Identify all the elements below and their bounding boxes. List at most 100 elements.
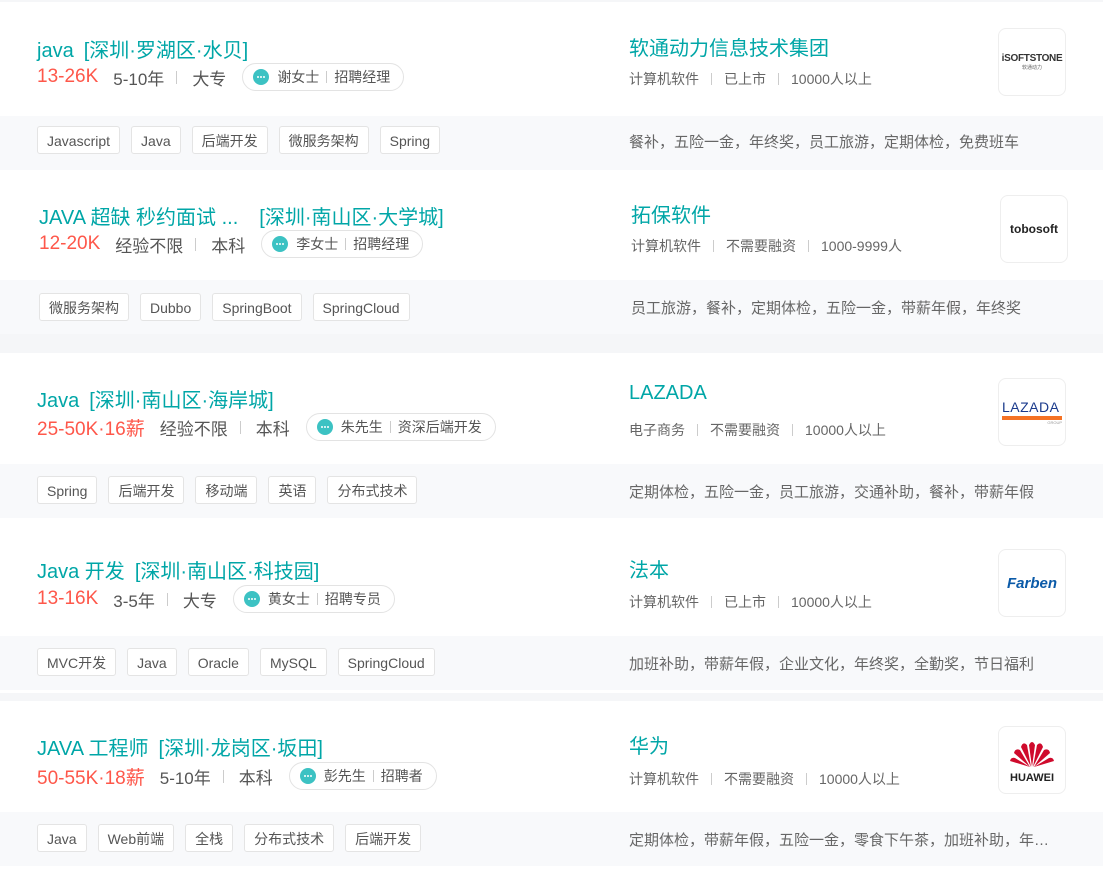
job-card[interactable]: Java 开发 [深圳·南山区·科技园] 13-16K 3-5年 大专 黄女士 招…: [0, 523, 1103, 693]
recruiter-role: 资深后端开发: [397, 419, 482, 435]
card-footer: Javascript Java 后端开发 微服务架构 Spring 餐补，五险一…: [0, 116, 1103, 170]
company-name[interactable]: 法本: [629, 554, 669, 583]
recruiter-chat-button[interactable]: 彭先生 招聘者: [288, 762, 437, 790]
salary: 12-20K: [39, 233, 101, 254]
skill-tags: MVC开发 Java Oracle MySQL SpringCloud: [37, 648, 446, 676]
logo-subtext: 软通动力: [1021, 64, 1042, 71]
welfare: 餐补，五险一金，年终奖，员工旅游，定期体检，免费班车: [629, 134, 1020, 151]
recruiter-role: 招聘经理: [353, 236, 410, 252]
company-stage: 不需要融资: [710, 422, 780, 438]
chat-icon: [272, 236, 289, 252]
recruiter-chat-button[interactable]: 李女士 招聘经理: [261, 230, 424, 258]
job-location: [深圳·南山区·海岸城]: [89, 390, 274, 412]
company-info: 计算机软件 已上市 10000人以上: [629, 592, 872, 612]
job-info-line: 25-50K·16薪 经验不限 本科 朱先生 资深后端开发: [37, 413, 496, 441]
chat-icon: [253, 69, 270, 85]
salary: 13-16K: [37, 588, 99, 609]
company-size: 1000-9999人: [821, 238, 902, 254]
divider: [806, 773, 807, 785]
job-title-link[interactable]: Java 开发 [深圳·南山区·科技园]: [37, 555, 319, 584]
skill-tag: SpringCloud: [312, 293, 410, 321]
education: 本科: [238, 768, 273, 788]
company-industry: 计算机软件: [631, 238, 701, 254]
job-title[interactable]: JAVA 工程师: [37, 738, 149, 760]
salary: 50-55K·18薪: [37, 767, 145, 789]
company-info: 计算机软件 不需要融资 1000-9999人: [631, 236, 902, 256]
job-card[interactable]: JAVA 工程师 [深圳·龙岗区·坂田] 50-55K·18薪 5-10年 本科 …: [0, 701, 1103, 873]
job-location: [深圳·南山区·大学城]: [259, 207, 444, 229]
card-footer: Spring 后端开发 移动端 英语 分布式技术 定期体检，五险一金，员工旅游，…: [0, 464, 1103, 518]
company-name[interactable]: LAZADA: [629, 382, 707, 405]
skill-tag: 微服务架构: [39, 293, 129, 321]
job-title[interactable]: JAVA 超缺 秒约面试 ...: [39, 207, 238, 229]
experience: 5-10年: [113, 69, 165, 89]
company-logo[interactable]: iSOFTSTONE 软通动力: [998, 28, 1066, 96]
job-title-link[interactable]: java [深圳·罗湖区·水贝]: [37, 34, 248, 63]
job-title-link[interactable]: Java [深圳·南山区·海岸城]: [37, 384, 274, 413]
welfare: 加班补助，带薪年假，企业文化，年终奖，全勤奖，节日福利: [629, 656, 1035, 673]
job-info-line: 50-55K·18薪 5-10年 本科 彭先生 招聘者: [37, 762, 437, 790]
divider: [389, 421, 391, 433]
recruiter-name: 彭先生: [323, 768, 366, 784]
skill-tag: MVC开发: [37, 648, 117, 676]
job-card[interactable]: Java [深圳·南山区·海岸城] 25-50K·16薪 经验不限 本科 朱先生 …: [0, 353, 1103, 523]
company-logo[interactable]: LAZADA GROUP: [998, 378, 1066, 446]
chat-icon: [243, 591, 260, 607]
salary: 13-26K: [37, 66, 99, 87]
skill-tags: Java Web前端 全栈 分布式技术 后端开发: [37, 824, 432, 852]
skill-tag: 分布式技术: [327, 476, 418, 504]
skill-tag: SpringBoot: [212, 293, 302, 321]
experience: 经验不限: [159, 419, 228, 439]
skill-tag: 后端开发: [191, 126, 268, 154]
skill-tag: Spring: [379, 126, 441, 154]
company-size: 10000人以上: [791, 71, 872, 87]
recruiter-chat-button[interactable]: 黄女士 招聘专员: [232, 585, 395, 613]
company-name[interactable]: 华为: [629, 730, 669, 759]
company-logo[interactable]: tobosoft: [1000, 195, 1068, 263]
recruiter-role: 招聘经理: [334, 69, 391, 85]
divider: [326, 71, 328, 83]
skill-tag: 英语: [268, 476, 317, 504]
skill-tag: Spring: [37, 476, 98, 504]
divider: [316, 593, 318, 605]
skill-tag: MySQL: [259, 648, 327, 676]
education: 本科: [255, 419, 290, 439]
divider: [778, 596, 779, 608]
job-title-link[interactable]: JAVA 超缺 秒约面试 ... [深圳·南山区·大学城]: [39, 201, 444, 230]
divider: [711, 773, 712, 785]
company-name[interactable]: 软通动力信息技术集团: [629, 32, 829, 61]
logo-text: Farben: [1006, 574, 1057, 592]
education: 本科: [211, 236, 246, 256]
job-location: [深圳·南山区·科技园]: [134, 561, 320, 583]
experience: 3-5年: [113, 591, 155, 611]
company-info: 计算机软件 不需要融资 10000人以上: [629, 769, 900, 789]
job-title[interactable]: Java: [37, 390, 79, 412]
company-stage: 不需要融资: [724, 771, 794, 787]
company-size: 10000人以上: [805, 422, 886, 438]
divider: [222, 769, 224, 783]
company-name[interactable]: 拓保软件: [631, 199, 711, 228]
job-location: [深圳·龙岗区·坂田]: [158, 738, 323, 760]
job-info-line: 13-26K 5-10年 大专 谢女士 招聘经理: [37, 63, 405, 91]
recruiter-name: 朱先生: [340, 419, 383, 435]
job-card[interactable]: JAVA 超缺 秒约面试 ... [深圳·南山区·大学城] 12-20K 经验不限…: [0, 170, 1103, 334]
job-title-link[interactable]: JAVA 工程师 [深圳·龙岗区·坂田]: [37, 732, 323, 761]
job-card[interactable]: java [深圳·罗湖区·水贝] 13-26K 5-10年 大专 谢女士 招聘经理…: [0, 2, 1103, 170]
card-footer: 微服务架构 Dubbo SpringBoot SpringCloud 员工旅游，…: [0, 280, 1103, 334]
job-info-line: 13-16K 3-5年 大专 黄女士 招聘专员: [37, 585, 395, 613]
company-logo[interactable]: HUAWEI: [998, 726, 1066, 794]
company-logo[interactable]: Farben: [998, 549, 1066, 617]
skill-tag: 微服务架构: [278, 126, 369, 154]
divider: [239, 420, 241, 434]
divider: [697, 424, 698, 436]
job-info-line: 12-20K 经验不限 本科 李女士 招聘经理: [39, 230, 424, 258]
skill-tag: Oracle: [187, 648, 249, 676]
logo-text: tobosoft: [1010, 222, 1058, 236]
job-title[interactable]: java: [37, 40, 74, 62]
salary: 25-50K·16薪: [37, 418, 145, 440]
recruiter-chat-button[interactable]: 朱先生 资深后端开发: [305, 413, 496, 441]
card-footer: Java Web前端 全栈 分布式技术 后端开发 定期体检，带薪年假，五险一金，…: [0, 812, 1103, 866]
welfare: 定期体检，带薪年假，五险一金，零食下午茶，加班补助，年终奖: [629, 832, 1053, 849]
job-title[interactable]: Java 开发: [37, 561, 125, 583]
recruiter-chat-button[interactable]: 谢女士 招聘经理: [242, 63, 405, 91]
